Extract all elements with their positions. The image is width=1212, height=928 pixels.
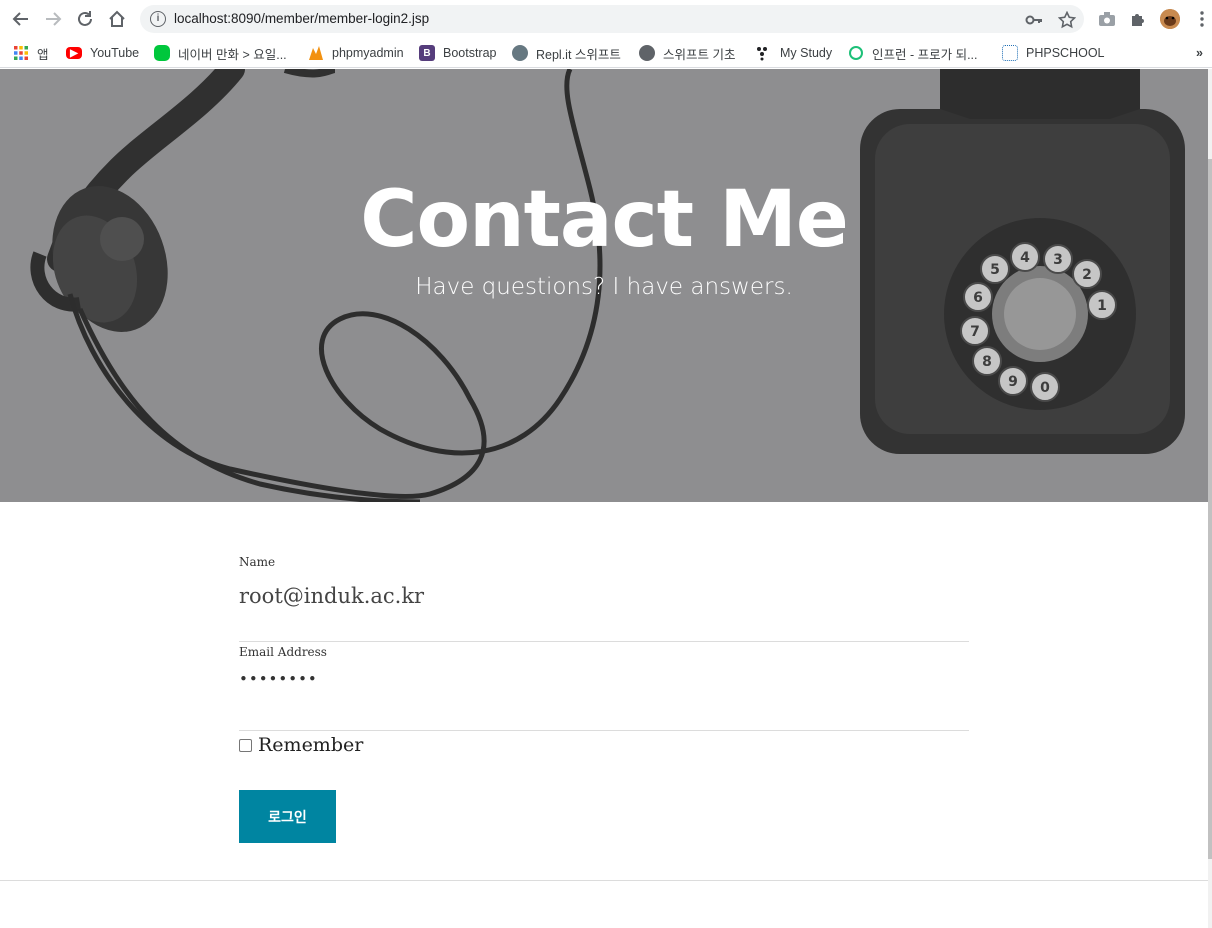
page-subtitle: Have questions? I have answers. [415, 274, 793, 300]
bookmark-label: 네이버 만화 > 요일... [178, 47, 287, 62]
remember-checkbox-row[interactable]: Remember [239, 734, 363, 756]
apps-grid-icon [14, 46, 28, 60]
bookmark-my-study[interactable]: My Study [756, 43, 832, 63]
password-input[interactable]: •••••••• [239, 670, 969, 702]
bootstrap-icon: B [419, 45, 435, 61]
phpschool-icon [1002, 45, 1018, 61]
bookmark-label: 앱 [37, 47, 49, 62]
bookmark-naver-webtoon[interactable]: 네이버 만화 > 요일... [154, 43, 287, 63]
bookmark-label: Bootstrap [443, 46, 497, 60]
inflearn-icon [848, 45, 864, 61]
naver-webtoon-icon [154, 45, 170, 61]
puzzle-icon[interactable] [1128, 9, 1148, 29]
replit-icon [512, 45, 528, 61]
forward-button[interactable] [41, 7, 65, 31]
page-content: 543 216 789 0 Contact Me Have questions?… [0, 69, 1208, 928]
remember-label: Remember [258, 734, 364, 756]
bookmark-inflearn[interactable]: 인프런 - 프로가 되... [848, 43, 978, 63]
bookmark-apps[interactable]: 앱 [13, 43, 49, 63]
camera-icon[interactable] [1097, 9, 1117, 29]
back-button[interactable] [9, 7, 33, 31]
key-icon[interactable] [1025, 11, 1043, 29]
mystudy-icon [756, 45, 772, 61]
home-button[interactable] [105, 7, 129, 31]
name-input[interactable] [239, 580, 969, 612]
globe-icon [639, 45, 655, 61]
profile-avatar[interactable] [1160, 9, 1180, 29]
remember-checkbox[interactable] [239, 738, 252, 752]
reload-button[interactable] [73, 7, 97, 31]
reload-icon [78, 11, 92, 26]
avatar-icon [1160, 9, 1180, 29]
bookmark-label: Repl.it 스위프트 [536, 47, 621, 62]
hero-header: 543 216 789 0 Contact Me Have questions?… [0, 69, 1208, 502]
bookmark-label: YouTube [90, 46, 140, 60]
menu-button[interactable] [1196, 9, 1208, 29]
browser-toolbar: i localhost:8090/member/member-login2.js… [0, 0, 1212, 38]
bookmark-label: 스위프트 기초 [663, 47, 736, 62]
kebab-menu-icon [1200, 11, 1204, 27]
star-icon[interactable] [1058, 11, 1076, 29]
bookmark-label: 인프런 - 프로가 되... [872, 47, 978, 62]
bookmark-label: PHPSCHOOL [1026, 46, 1105, 60]
login-button[interactable]: 로그인 [239, 790, 336, 843]
phpmyadmin-icon [308, 45, 324, 61]
url-text: localhost:8090/member/member-login2.jsp [174, 11, 430, 26]
email-label: Email Address [239, 645, 327, 659]
scrollbar-thumb[interactable] [1208, 159, 1212, 859]
page-scrollbar[interactable] [1208, 69, 1212, 928]
bookmark-phpschool[interactable]: PHPSCHOOL [1002, 43, 1105, 63]
name-label: Name [239, 555, 276, 569]
arrow-left-icon [12, 12, 28, 26]
home-icon [109, 10, 125, 27]
arrow-right-icon [46, 12, 62, 26]
password-underline [239, 730, 969, 731]
name-underline [239, 641, 969, 642]
page-title: Contact Me [360, 175, 848, 265]
bookmarks-overflow-button[interactable]: » [1196, 43, 1203, 63]
bookmark-replit[interactable]: Repl.it 스위프트 [512, 43, 621, 63]
bookmarks-bar: 앱 ▶ YouTube 네이버 만화 > 요일... phpmyadmin B … [0, 38, 1212, 68]
bookmark-swift-basics[interactable]: 스위프트 기초 [639, 43, 735, 63]
bookmark-phpmyadmin[interactable]: phpmyadmin [308, 43, 404, 63]
youtube-icon: ▶ [66, 47, 82, 59]
footer-divider [0, 880, 1208, 881]
bookmark-youtube[interactable]: ▶ YouTube [66, 43, 139, 63]
bookmark-bootstrap[interactable]: B Bootstrap [419, 43, 497, 63]
info-icon[interactable]: i [150, 11, 166, 27]
address-bar[interactable]: i localhost:8090/member/member-login2.js… [140, 5, 1084, 33]
bookmark-label: phpmyadmin [332, 46, 404, 60]
bookmark-label: My Study [780, 46, 833, 60]
